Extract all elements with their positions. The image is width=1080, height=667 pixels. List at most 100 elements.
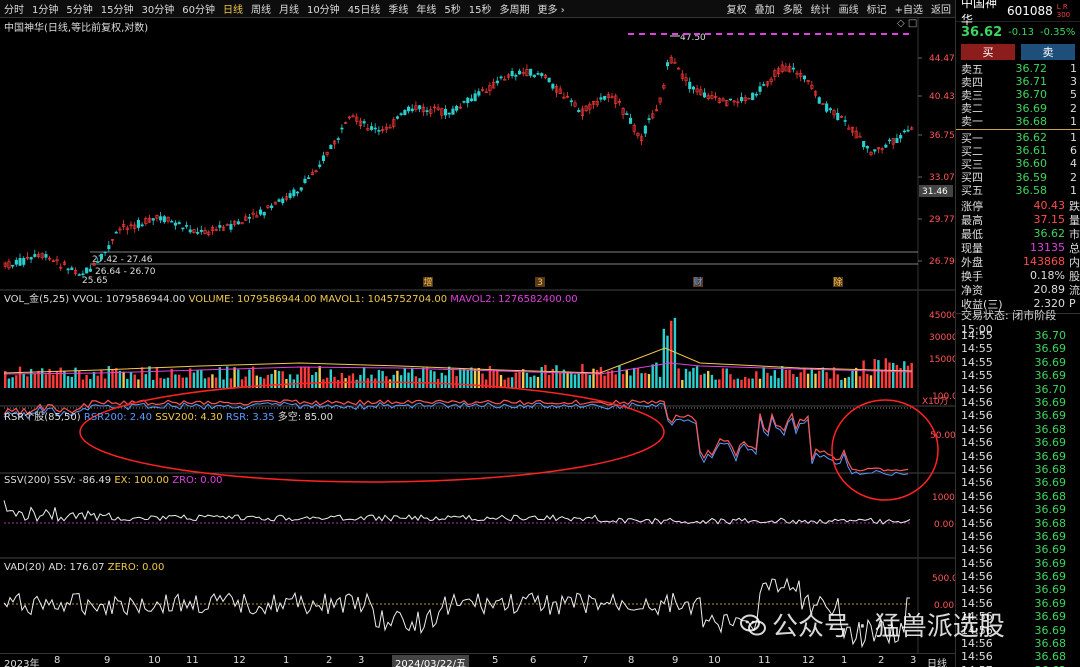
candle-body	[159, 216, 163, 221]
period-tab[interactable]: 月线	[275, 1, 303, 16]
volume-bar	[411, 367, 414, 388]
volume-bar	[718, 379, 721, 388]
candle-body	[688, 81, 692, 90]
period-tab[interactable]: 60分钟	[178, 1, 219, 16]
candle-body	[517, 70, 522, 75]
quote-panel: 中国神华 601088 L R 300 36.62 -0.13 -0.35% 买…	[955, 0, 1080, 667]
date-tick: 1	[841, 655, 848, 666]
volume-bar	[795, 376, 799, 388]
volume-bar	[155, 366, 159, 388]
volume-bar	[707, 370, 710, 388]
period-tab[interactable]: 更多 ›	[534, 1, 569, 16]
volume-bar	[832, 367, 836, 388]
period-tab[interactable]: 周线	[247, 1, 275, 16]
volume-bar	[755, 371, 758, 388]
volume-bar	[873, 359, 876, 388]
bid-book: 买一 36.62 1 买二 36.61 6 买三 36.60 4 买四 36.59 2 买五 36.58 1	[956, 131, 1080, 197]
candle-body	[299, 187, 303, 191]
period-tab[interactable]: 30分钟	[137, 1, 178, 16]
candle-body	[162, 216, 166, 223]
date-tick: 7	[582, 655, 589, 666]
candle-body	[895, 138, 899, 144]
period-tab[interactable]: 10分钟	[303, 1, 344, 16]
volume-bar	[559, 372, 562, 388]
period-label[interactable]: 日线	[927, 655, 947, 667]
tool-button[interactable]: +自选	[891, 1, 927, 16]
tick-time: 14:56	[961, 529, 993, 543]
bid-level[interactable]: 买五 36.58 1	[956, 184, 1080, 198]
tool-button[interactable]: 返回	[927, 1, 955, 16]
candle-body	[188, 229, 192, 233]
candle-body	[473, 93, 477, 102]
period-tab[interactable]: 1分钟	[28, 1, 62, 16]
volume-bar	[758, 378, 762, 388]
volume-bar	[540, 367, 543, 388]
price-tick-label: 40.43	[929, 92, 955, 102]
level-price: 36.69	[1015, 101, 1048, 115]
candle-body	[495, 80, 499, 84]
period-tab[interactable]: 日线	[219, 1, 247, 16]
period-tab[interactable]: 15秒	[465, 1, 496, 16]
candle-body	[88, 268, 92, 272]
signal-dash	[782, 33, 788, 35]
volume-bar	[122, 371, 125, 388]
vol-vvol: VVOL: 1079586944.00	[72, 294, 186, 305]
period-tab[interactable]: 45日线	[344, 1, 385, 16]
tool-button[interactable]: 画线	[835, 1, 863, 16]
candle-body	[862, 140, 866, 148]
signal-dash	[683, 33, 689, 35]
panel-window-icons[interactable]: ◇ □	[897, 18, 917, 29]
candle-body	[11, 264, 15, 267]
period-tab[interactable]: 5秒	[440, 1, 464, 16]
tick-price: 36.68	[1034, 637, 1067, 651]
tool-button[interactable]: 复权	[723, 1, 751, 16]
period-tab[interactable]: 分时	[0, 1, 28, 16]
candle-body	[399, 113, 403, 115]
candle-body	[906, 129, 910, 132]
period-tab[interactable]: 5分钟	[62, 1, 96, 16]
volume-bar	[866, 373, 869, 388]
date-tick: 5	[492, 655, 499, 666]
period-tab[interactable]: 15分钟	[97, 1, 138, 16]
volume-bar	[740, 379, 743, 388]
tool-button[interactable]: 标记	[863, 1, 891, 16]
stat-value: 40.43	[1033, 199, 1066, 213]
tick-time: 14:56	[961, 489, 993, 503]
candle-body	[336, 138, 340, 140]
volume-bar	[544, 364, 547, 388]
period-tab[interactable]: 多周期	[496, 1, 534, 16]
volume-bar	[15, 375, 18, 388]
sell-button[interactable]: 卖	[1021, 44, 1075, 60]
ask-level[interactable]: 卖一 36.68 1	[956, 115, 1080, 129]
volume-bar	[251, 366, 255, 388]
event-marker: 3	[537, 278, 543, 288]
tick-time: 14:56	[961, 503, 993, 517]
candle-body	[277, 199, 281, 202]
tool-button[interactable]: 叠加	[751, 1, 779, 16]
candle-body	[362, 121, 366, 124]
volume-bar	[229, 378, 233, 388]
volume-bar	[862, 360, 865, 388]
volume-bar	[910, 363, 913, 388]
volume-bar	[566, 371, 569, 388]
volume-bar	[425, 366, 429, 388]
chart-area[interactable]: 44.47 40.43 36.75 33.07 29.77 26.79 31.46 27.42…	[0, 18, 955, 653]
volume-bar	[732, 379, 736, 388]
stat-row: 外盘 143868 内	[956, 255, 1080, 269]
tick-row: 14:56 36.68	[956, 650, 1080, 663]
buy-button[interactable]: 买	[961, 44, 1015, 60]
price-tick-label: 33.07	[929, 173, 955, 183]
signal-dash	[639, 33, 645, 35]
stat-row: 现量 13135 总	[956, 241, 1080, 255]
volume-bar	[433, 371, 436, 388]
candle-body	[551, 83, 555, 89]
tool-button[interactable]: 统计	[807, 1, 835, 16]
highlight-circle[interactable]	[831, 399, 939, 501]
tool-button[interactable]: 多股	[779, 1, 807, 16]
candle-body	[739, 97, 744, 102]
volume-bar	[340, 372, 344, 388]
period-tab[interactable]: 季线	[384, 1, 412, 16]
period-tab[interactable]: 年线	[412, 1, 440, 16]
highlight-ellipse[interactable]	[79, 381, 665, 483]
kline-chart-svg[interactable]: 44.4740.4336.7533.0729.7726.7931.4627.42…	[0, 18, 955, 653]
